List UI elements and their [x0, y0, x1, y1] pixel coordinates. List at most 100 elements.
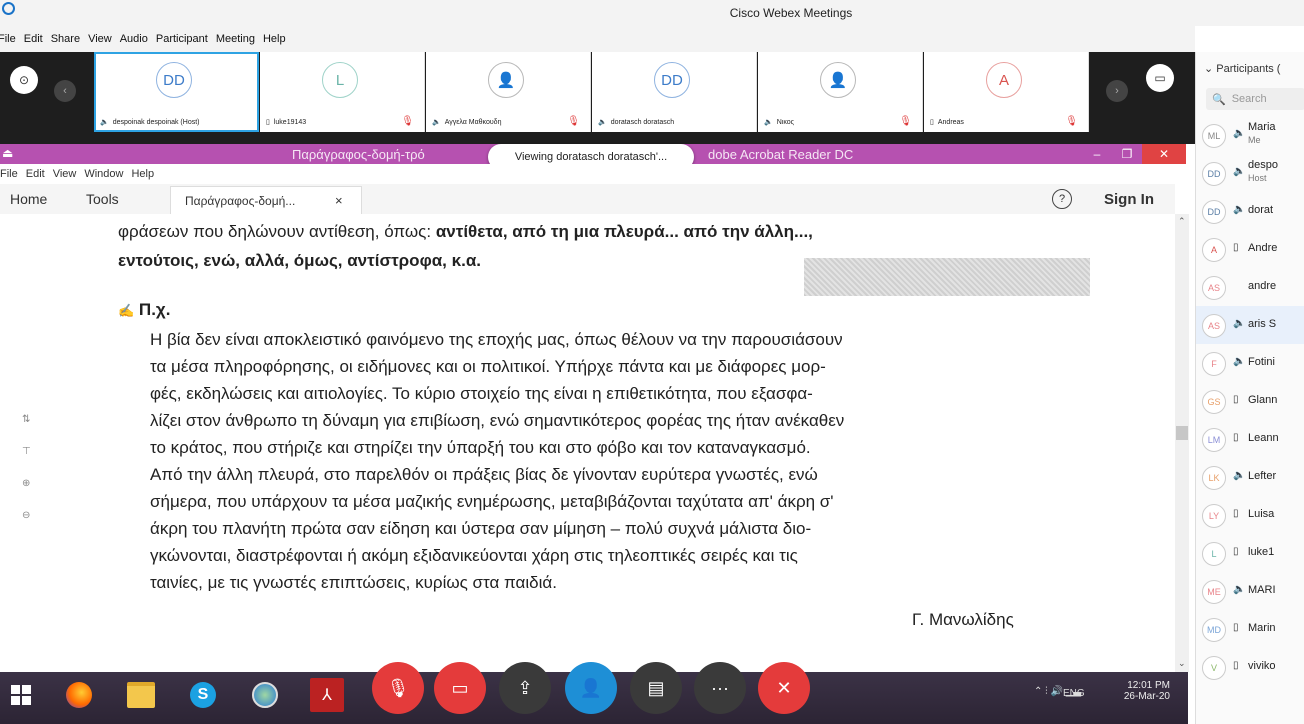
language-indicator[interactable]: ENG: [1063, 688, 1085, 699]
layout-toggle-icon[interactable]: ▭: [1146, 64, 1174, 92]
participant-name: Lefter: [1248, 470, 1277, 482]
participant-row[interactable]: GS ▯ Glann: [1196, 382, 1304, 420]
video-tile[interactable]: DD 🔈 despoinak despoinak (Host): [94, 52, 259, 132]
help-icon[interactable]: ?: [1052, 189, 1072, 209]
participant-row[interactable]: LK 🔈 Lefter: [1196, 458, 1304, 496]
menu-share[interactable]: Share: [51, 33, 80, 45]
muted-mic-icon: 🎙: [567, 116, 580, 127]
participant-row[interactable]: L ▯ luke1: [1196, 534, 1304, 572]
document-scrollbar[interactable]: ⌃ ⌄: [1175, 214, 1189, 672]
windows-start-icon[interactable]: [4, 678, 38, 712]
participant-avatar: AS: [1202, 276, 1226, 300]
page-tools-rail: ⇅ ⊤ ⊕ ⊖: [22, 404, 31, 532]
participant-name: aris S: [1248, 318, 1277, 330]
participant-row[interactable]: ML 🔈 Maria Me: [1196, 116, 1304, 154]
tray-volume-icon[interactable]: 🔊: [1050, 686, 1062, 697]
strip-prev-icon[interactable]: ‹: [54, 80, 76, 102]
browser-globe-icon[interactable]: [248, 678, 282, 712]
participant-avatar: F: [1202, 352, 1226, 376]
clock[interactable]: 12:01 PM 26-Mar-20: [1106, 680, 1170, 702]
participant-row[interactable]: A ▯ Andre: [1196, 230, 1304, 268]
tab-tools[interactable]: Tools: [86, 191, 119, 207]
video-tile[interactable]: A ▯ Andreas 🎙: [924, 52, 1089, 132]
participant-row[interactable]: V ▯ viviko: [1196, 648, 1304, 686]
participant-row[interactable]: AS 🔈 aris S: [1196, 306, 1304, 344]
scroll-thumb[interactable]: [1176, 426, 1188, 440]
more-options-button[interactable]: ···: [694, 662, 746, 714]
participant-search-input[interactable]: 🔍 Search: [1206, 88, 1304, 110]
mute-mic-button[interactable]: 🎙: [372, 662, 424, 714]
camera-off-icon: ▭: [451, 677, 469, 698]
participants-panel: ⌄ Participants ( 🔍 Search ML 🔈 Maria Me DD 🔈 d…: [1195, 52, 1304, 724]
tablet-icon: ▯: [930, 119, 934, 126]
participant-row[interactable]: F 🔈 Fotini: [1196, 344, 1304, 382]
participant-row[interactable]: DD 🔈 despo Host: [1196, 154, 1304, 192]
tab-close-icon[interactable]: ×: [335, 193, 343, 208]
search-icon: 🔍: [1212, 93, 1226, 106]
tile-avatar: DD: [156, 62, 192, 98]
tray-wifi-icon[interactable]: ⫶: [1045, 686, 1048, 697]
collapse-chevron-icon[interactable]: ⌄: [1204, 63, 1213, 75]
zoom-in-icon[interactable]: ⊕: [22, 468, 31, 500]
tab-document[interactable]: Παράγραφος-δομή... ×: [170, 186, 362, 215]
stop-video-button[interactable]: ▭: [434, 662, 486, 714]
participants-header[interactable]: ⌄ Participants (: [1204, 62, 1280, 75]
participant-row[interactable]: LM ▯ Leann: [1196, 420, 1304, 458]
file-explorer-icon[interactable]: [124, 678, 158, 712]
muted-mic-icon: 🎙: [899, 116, 912, 127]
participant-row[interactable]: ME 🔈 MARI: [1196, 572, 1304, 610]
participant-avatar: V: [1202, 656, 1226, 680]
firefox-icon[interactable]: [62, 678, 96, 712]
user-placeholder-icon: 👤: [828, 72, 848, 89]
maximize-icon[interactable]: ❐: [1112, 144, 1142, 164]
tray-chevron-icon[interactable]: ⌃: [1034, 686, 1042, 697]
menu-audio[interactable]: Audio: [120, 33, 148, 45]
ac-menu-view[interactable]: View: [53, 168, 77, 180]
participant-name: Glann: [1248, 394, 1278, 406]
video-tile[interactable]: DD 🔈 doratasch doratasch: [592, 52, 757, 132]
menu-edit[interactable]: Edit: [24, 33, 43, 45]
video-tile[interactable]: L ▯ luke19143 🎙: [260, 52, 425, 132]
ac-menu-window[interactable]: Window: [84, 168, 123, 180]
participant-row[interactable]: MD ▯ Marin: [1196, 610, 1304, 648]
self-view-icon[interactable]: ⊙: [10, 66, 38, 94]
participant-row[interactable]: DD 🔈 dorat: [1196, 192, 1304, 230]
menu-meeting[interactable]: Meeting: [216, 33, 255, 45]
acrobat-taskbar-icon[interactable]: ⅄: [310, 678, 344, 712]
strip-next-icon[interactable]: ›: [1106, 80, 1128, 102]
chat-icon: ▤: [647, 677, 665, 698]
paragraph-line: ταινίες, με τις γνωστές επιπτώσεις, κυρί…: [150, 573, 557, 592]
video-tile[interactable]: 👤 🔈 Αγγελα Μαθκουδη 🎙: [426, 52, 591, 132]
ac-menu-file[interactable]: File: [0, 168, 18, 180]
window-title: Cisco Webex Meetings: [729, 6, 853, 20]
tile-name-row: 🔈 Αγγελα Μαθκουδη: [432, 118, 584, 127]
tab-home[interactable]: Home: [10, 191, 47, 207]
close-window-icon[interactable]: ✕: [1142, 144, 1186, 164]
skype-icon[interactable]: S: [186, 678, 220, 712]
participant-name: luke1: [1248, 546, 1275, 558]
minimize-icon[interactable]: –: [1082, 144, 1112, 164]
page-fit-icon[interactable]: ⊤: [22, 436, 31, 468]
sign-in-button[interactable]: Sign In: [1104, 191, 1154, 208]
ac-menu-edit[interactable]: Edit: [26, 168, 45, 180]
menu-file[interactable]: File: [0, 33, 16, 45]
participant-avatar: DD: [1202, 200, 1226, 224]
chat-button[interactable]: ▤: [630, 662, 682, 714]
share-content-button[interactable]: ⇪: [499, 662, 551, 714]
participants-button[interactable]: 👤: [565, 662, 617, 714]
participant-row[interactable]: LY ▯ Luisa: [1196, 496, 1304, 534]
pencil-icon: ✍: [118, 303, 135, 318]
leave-meeting-button[interactable]: ✕: [758, 662, 810, 714]
participant-name: Leann: [1248, 432, 1279, 444]
scroll-up-icon[interactable]: ⌃: [1178, 216, 1186, 227]
participant-row[interactable]: AS andre: [1196, 268, 1304, 306]
menu-participant[interactable]: Participant: [156, 33, 208, 45]
rotate-tool-icon[interactable]: ⇅: [22, 404, 31, 436]
menu-view[interactable]: View: [88, 33, 112, 45]
ac-menu-help[interactable]: Help: [131, 168, 154, 180]
menu-help[interactable]: Help: [263, 33, 286, 45]
tile-name-row: 🔈 despoinak despoinak (Host): [100, 118, 252, 127]
video-tile[interactable]: 👤 🔈 Νικος 🎙: [758, 52, 923, 132]
scroll-down-icon[interactable]: ⌄: [1178, 658, 1186, 669]
zoom-out-icon[interactable]: ⊖: [22, 500, 31, 532]
